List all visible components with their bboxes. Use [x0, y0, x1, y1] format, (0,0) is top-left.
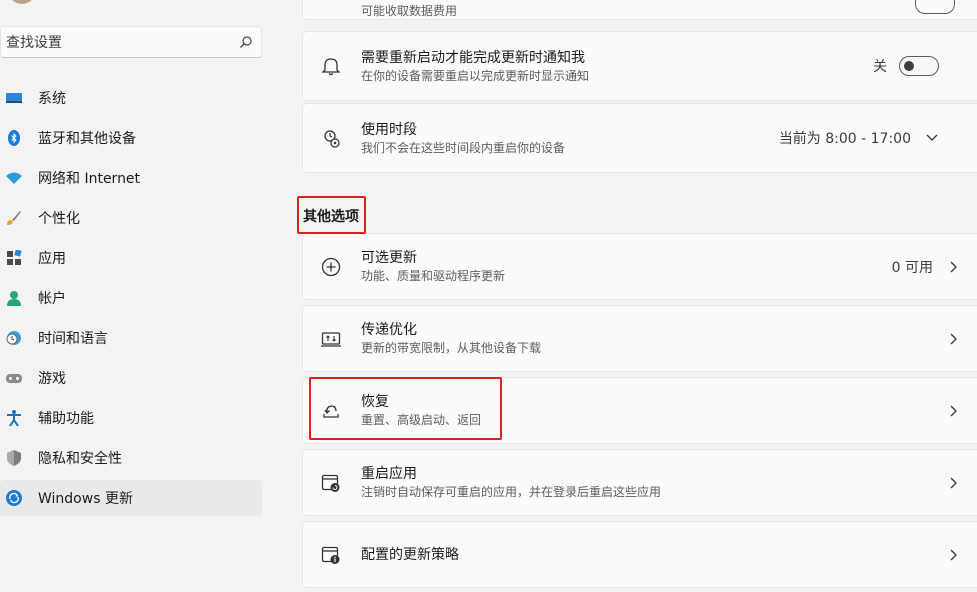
- account-icon: [6, 290, 22, 306]
- toggle-state-label: 关: [873, 59, 887, 75]
- sidebar-item-label: 网络和 Internet: [38, 171, 141, 187]
- metered-toggle[interactable]: [915, 0, 955, 14]
- sidebar-item-gaming[interactable]: 游戏: [0, 360, 262, 396]
- sidebar-item-privacy[interactable]: 隐私和安全性: [0, 440, 262, 476]
- brush-icon: [6, 210, 22, 226]
- card-title: 配置的更新策略: [361, 546, 459, 563]
- active-hours-icon: [321, 128, 341, 148]
- search-box[interactable]: 查找设置: [0, 26, 262, 58]
- wifi-icon: [6, 170, 22, 186]
- sidebar-item-label: 游戏: [38, 371, 66, 387]
- chevron-right-icon: [947, 260, 961, 274]
- sidebar-item-time-language[interactable]: 时间和语言: [0, 320, 262, 356]
- card-subtitle: 注销时自动保存可重启的应用，并在登录后重启这些应用: [361, 485, 662, 499]
- card-title: 重启应用: [361, 466, 417, 482]
- shield-icon: [6, 450, 22, 466]
- delivery-optimization-card[interactable]: 传递优化 更新的带宽限制，从其他设备下载: [302, 305, 977, 372]
- sidebar-item-network[interactable]: 网络和 Internet: [0, 160, 262, 196]
- delivery-optimization-icon: [321, 329, 341, 349]
- card-title: 传递优化: [361, 322, 417, 338]
- restart-apps-icon: [321, 473, 341, 493]
- notify-restart-card: 需要重新启动才能完成更新时通知我 在你的设备需要重启以完成更新时显示通知 关: [302, 31, 977, 101]
- sidebar-item-apps[interactable]: 应用: [0, 240, 262, 276]
- card-subtitle: 可能收取数据费用: [361, 4, 458, 18]
- sidebar-item-label: 蓝牙和其他设备: [38, 131, 136, 147]
- sidebar-item-label: 隐私和安全性: [38, 451, 122, 467]
- globe-clock-icon: [6, 330, 22, 346]
- metered-updates-card[interactable]: 可能收取数据费用: [302, 0, 977, 20]
- active-hours-value: 当前为 8:00 - 17:00: [778, 131, 911, 147]
- sidebar-item-label: 个性化: [38, 211, 80, 227]
- monitor-icon: [6, 90, 22, 106]
- search-icon: [231, 35, 261, 49]
- optional-updates-count: 0 可用: [891, 259, 933, 276]
- update-policies-card[interactable]: 配置的更新策略: [302, 521, 977, 588]
- search-input[interactable]: 查找设置: [6, 32, 231, 52]
- recovery-card[interactable]: 恢复 重置、高级启动、返回: [302, 377, 977, 444]
- card-title: 可选更新: [361, 250, 417, 266]
- avatar[interactable]: [8, 0, 36, 4]
- sidebar-item-label: 辅助功能: [38, 411, 94, 427]
- sidebar-item-system[interactable]: 系统: [0, 80, 262, 116]
- bell-icon: [321, 56, 341, 76]
- sidebar-item-accessibility[interactable]: 辅助功能: [0, 400, 262, 436]
- sidebar-item-bluetooth[interactable]: 蓝牙和其他设备: [0, 120, 262, 156]
- windows-update-icon: [6, 490, 22, 506]
- chevron-right-icon: [947, 332, 961, 346]
- chevron-right-icon: [947, 404, 961, 418]
- recovery-icon: [321, 401, 341, 421]
- plus-circle-icon: [321, 257, 341, 277]
- bluetooth-icon: [6, 130, 22, 146]
- other-options-heading: 其他选项: [303, 209, 359, 225]
- sidebar-item-label: 帐户: [38, 291, 66, 307]
- apps-icon: [6, 250, 22, 266]
- policy-icon: [321, 545, 341, 565]
- optional-updates-card[interactable]: 可选更新 功能、质量和驱动程序更新 0 可用: [302, 233, 977, 300]
- card-subtitle: 更新的带宽限制，从其他设备下载: [361, 341, 542, 355]
- sidebar-item-label: 时间和语言: [38, 331, 108, 347]
- notify-restart-toggle[interactable]: [899, 56, 939, 76]
- restart-apps-card[interactable]: 重启应用 注销时自动保存可重启的应用，并在登录后重启这些应用: [302, 449, 977, 516]
- sidebar-item-personalization[interactable]: 个性化: [0, 200, 262, 236]
- active-hours-card[interactable]: 使用时段 我们不会在这些时间段内重启你的设备 当前为 8:00 - 17:00: [302, 103, 977, 173]
- accessibility-icon: [6, 410, 22, 426]
- sidebar-item-label: 系统: [38, 91, 66, 107]
- card-title: 恢复: [361, 394, 389, 410]
- sidebar-item-label: 应用: [38, 251, 66, 267]
- chevron-down-icon[interactable]: [925, 131, 939, 145]
- card-subtitle: 功能、质量和驱动程序更新: [361, 269, 506, 283]
- gamepad-icon: [6, 370, 22, 386]
- chevron-right-icon: [947, 548, 961, 562]
- chevron-right-icon: [947, 476, 961, 490]
- sidebar-item-label: Windows 更新: [38, 491, 133, 507]
- sidebar-item-accounts[interactable]: 帐户: [0, 280, 262, 316]
- toggle-knob: [904, 61, 914, 71]
- card-subtitle: 重置、高级启动、返回: [361, 413, 482, 427]
- sidebar-nav: 系统 蓝牙和其他设备 网络和 Internet 个性化 应用 帐户 时间和语言 …: [0, 80, 262, 520]
- sidebar-item-windows-update[interactable]: Windows 更新: [0, 480, 262, 516]
